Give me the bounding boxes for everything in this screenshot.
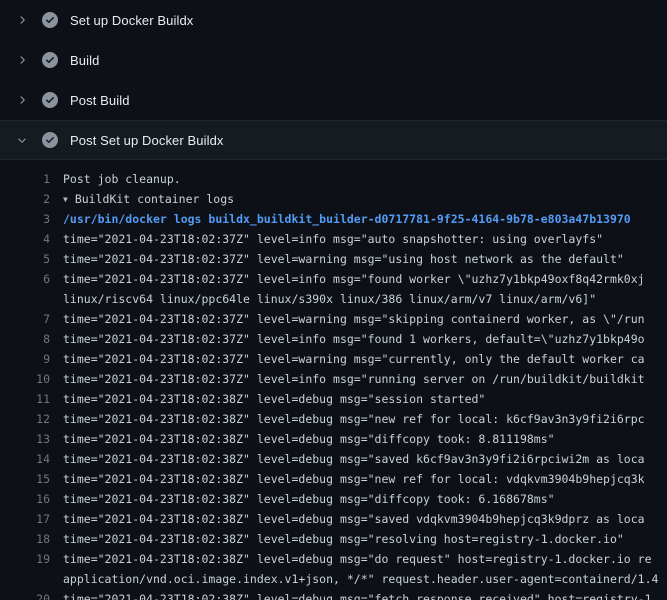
- log-line: application/vnd.oci.image.index.v1+json,…: [0, 569, 667, 589]
- log-line: 10 time="2021-04-23T18:02:37Z" level=inf…: [0, 369, 667, 389]
- log-text: time="2021-04-23T18:02:37Z" level=info m…: [50, 269, 667, 289]
- log-line: 1 Post job cleanup.: [0, 169, 667, 189]
- log-text: time="2021-04-23T18:02:38Z" level=debug …: [50, 489, 667, 509]
- chevron-down-icon: [14, 132, 30, 148]
- step-header[interactable]: Post Set up Docker Buildx: [0, 120, 667, 160]
- log-line: 9 time="2021-04-23T18:02:37Z" level=warn…: [0, 349, 667, 369]
- line-number[interactable]: 10: [0, 369, 50, 389]
- step-header[interactable]: Post Build: [0, 80, 667, 120]
- log-line: 17 time="2021-04-23T18:02:38Z" level=deb…: [0, 509, 667, 529]
- log-text: time="2021-04-23T18:02:37Z" level=info m…: [50, 369, 667, 389]
- line-number[interactable]: [0, 569, 50, 589]
- step-header[interactable]: Build: [0, 40, 667, 80]
- log-line: 20 time="2021-04-23T18:02:38Z" level=deb…: [0, 589, 667, 600]
- log-text: time="2021-04-23T18:02:38Z" level=debug …: [50, 469, 667, 489]
- check-circle-icon: [42, 92, 58, 108]
- log-text: time="2021-04-23T18:02:37Z" level=warnin…: [50, 249, 667, 269]
- log-group-expanded-icon[interactable]: ▼: [63, 190, 68, 210]
- log-line: linux/riscv64 linux/ppc64le linux/s390x …: [0, 289, 667, 309]
- line-number[interactable]: 1: [0, 169, 50, 189]
- log-line: 8 time="2021-04-23T18:02:37Z" level=info…: [0, 329, 667, 349]
- line-number[interactable]: 14: [0, 449, 50, 469]
- chevron-right-icon: [14, 52, 30, 68]
- check-circle-icon: [42, 12, 58, 28]
- log-text: time="2021-04-23T18:02:38Z" level=debug …: [50, 449, 667, 469]
- log-line: 18 time="2021-04-23T18:02:38Z" level=deb…: [0, 529, 667, 549]
- line-number[interactable]: 2: [0, 189, 50, 209]
- log-text: time="2021-04-23T18:02:38Z" level=debug …: [50, 409, 667, 429]
- line-number[interactable]: 8: [0, 329, 50, 349]
- line-number[interactable]: 19: [0, 549, 50, 569]
- log-line: 16 time="2021-04-23T18:02:38Z" level=deb…: [0, 489, 667, 509]
- line-number[interactable]: 11: [0, 389, 50, 409]
- step-label: Build: [70, 53, 99, 68]
- check-circle-icon: [42, 132, 58, 148]
- steps-list: Set up Docker Buildx Build Post Build Po…: [0, 0, 667, 160]
- log-text: time="2021-04-23T18:02:38Z" level=debug …: [50, 429, 667, 449]
- line-number[interactable]: 13: [0, 429, 50, 449]
- step-label: Post Build: [70, 93, 130, 108]
- line-number[interactable]: 17: [0, 509, 50, 529]
- line-number[interactable]: 12: [0, 409, 50, 429]
- log-text: Post job cleanup.: [50, 169, 667, 189]
- workflow-log-viewer: Set up Docker Buildx Build Post Build Po…: [0, 0, 667, 600]
- log-line: 19 time="2021-04-23T18:02:38Z" level=deb…: [0, 549, 667, 569]
- log-text: time="2021-04-23T18:02:38Z" level=debug …: [50, 529, 667, 549]
- line-number[interactable]: 4: [0, 229, 50, 249]
- log-text: time="2021-04-23T18:02:38Z" level=debug …: [50, 509, 667, 529]
- chevron-right-icon: [14, 92, 30, 108]
- line-number[interactable]: 7: [0, 309, 50, 329]
- log-text: application/vnd.oci.image.index.v1+json,…: [50, 569, 667, 589]
- log-line: 14 time="2021-04-23T18:02:38Z" level=deb…: [0, 449, 667, 469]
- line-number[interactable]: 16: [0, 489, 50, 509]
- step-label: Post Set up Docker Buildx: [70, 133, 224, 148]
- log-text: time="2021-04-23T18:02:37Z" level=warnin…: [50, 309, 667, 329]
- line-number[interactable]: 6: [0, 269, 50, 289]
- step-label: Set up Docker Buildx: [70, 13, 193, 28]
- log-line: 3 /usr/bin/docker logs buildx_buildkit_b…: [0, 209, 667, 229]
- log-line: 5 time="2021-04-23T18:02:37Z" level=warn…: [0, 249, 667, 269]
- log-text: time="2021-04-23T18:02:37Z" level=info m…: [50, 229, 667, 249]
- log-text: time="2021-04-23T18:02:38Z" level=debug …: [50, 389, 667, 409]
- log-text: time="2021-04-23T18:02:38Z" level=debug …: [50, 549, 667, 569]
- log-area: 1 Post job cleanup. 2 ▼ BuildKit containe…: [0, 160, 667, 600]
- line-number[interactable]: 20: [0, 589, 50, 600]
- log-text: time="2021-04-23T18:02:38Z" level=debug …: [50, 589, 667, 600]
- log-text: /usr/bin/docker logs buildx_buildkit_bui…: [50, 209, 667, 229]
- line-number[interactable]: 5: [0, 249, 50, 269]
- log-line: 13 time="2021-04-23T18:02:38Z" level=deb…: [0, 429, 667, 449]
- line-number[interactable]: 9: [0, 349, 50, 369]
- log-line: 6 time="2021-04-23T18:02:37Z" level=info…: [0, 269, 667, 289]
- log-line: 12 time="2021-04-23T18:02:38Z" level=deb…: [0, 409, 667, 429]
- chevron-right-icon: [14, 12, 30, 28]
- log-group-label: BuildKit container logs: [75, 192, 234, 206]
- log-line: 2 ▼ BuildKit container logs: [0, 189, 667, 209]
- log-text: ▼ BuildKit container logs: [50, 189, 667, 209]
- step-header[interactable]: Set up Docker Buildx: [0, 0, 667, 40]
- log-text: linux/riscv64 linux/ppc64le linux/s390x …: [50, 289, 667, 309]
- log-line: 11 time="2021-04-23T18:02:38Z" level=deb…: [0, 389, 667, 409]
- log-line: 15 time="2021-04-23T18:02:38Z" level=deb…: [0, 469, 667, 489]
- line-number[interactable]: 3: [0, 209, 50, 229]
- log-line: 4 time="2021-04-23T18:02:37Z" level=info…: [0, 229, 667, 249]
- log-text: time="2021-04-23T18:02:37Z" level=warnin…: [50, 349, 667, 369]
- line-number[interactable]: 15: [0, 469, 50, 489]
- log-text: time="2021-04-23T18:02:37Z" level=info m…: [50, 329, 667, 349]
- log-line: 7 time="2021-04-23T18:02:37Z" level=warn…: [0, 309, 667, 329]
- check-circle-icon: [42, 52, 58, 68]
- line-number[interactable]: 18: [0, 529, 50, 549]
- line-number[interactable]: [0, 289, 50, 309]
